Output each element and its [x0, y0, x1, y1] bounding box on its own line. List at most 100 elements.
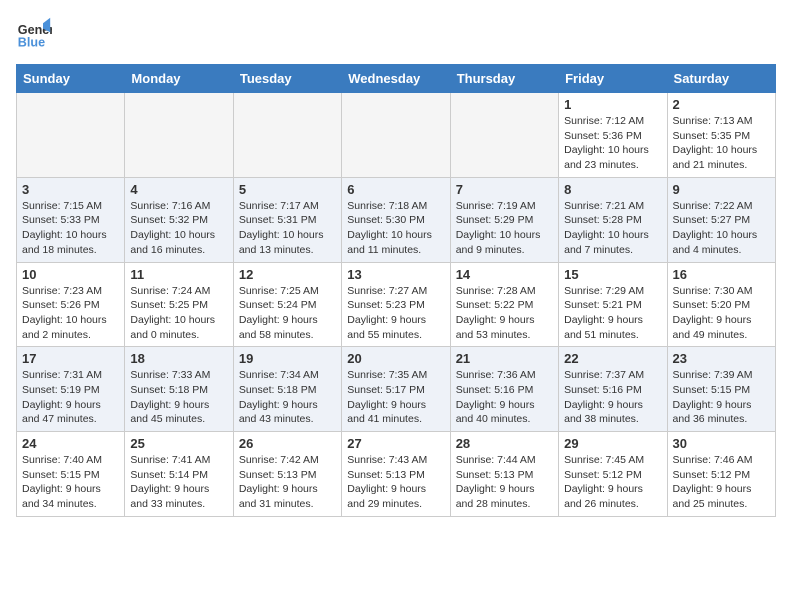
- day-number: 11: [130, 267, 227, 282]
- day-number: 2: [673, 97, 770, 112]
- day-number: 14: [456, 267, 553, 282]
- day-info: Sunrise: 7:21 AM Sunset: 5:28 PM Dayligh…: [564, 199, 661, 258]
- day-info: Sunrise: 7:41 AM Sunset: 5:14 PM Dayligh…: [130, 453, 227, 512]
- day-info: Sunrise: 7:45 AM Sunset: 5:12 PM Dayligh…: [564, 453, 661, 512]
- day-info: Sunrise: 7:31 AM Sunset: 5:19 PM Dayligh…: [22, 368, 119, 427]
- calendar-cell: 24 Sunrise: 7:40 AM Sunset: 5:15 PM Dayli…: [17, 432, 125, 517]
- day-info: Sunrise: 7:40 AM Sunset: 5:15 PM Dayligh…: [22, 453, 119, 512]
- calendar-cell: 10 Sunrise: 7:23 AM Sunset: 5:26 PM Dayli…: [17, 262, 125, 347]
- calendar-cell: 4Sunrise: 7:16 AM Sunset: 5:32 PM Daylig…: [125, 177, 233, 262]
- weekday-header-thursday: Thursday: [450, 65, 558, 93]
- day-number: 10: [22, 267, 119, 282]
- day-number: 23: [673, 351, 770, 366]
- calendar-cell: 22 Sunrise: 7:37 AM Sunset: 5:16 PM Dayli…: [559, 347, 667, 432]
- day-info: Sunrise: 7:33 AM Sunset: 5:18 PM Dayligh…: [130, 368, 227, 427]
- day-info: Sunrise: 7:28 AM Sunset: 5:22 PM Dayligh…: [456, 284, 553, 343]
- calendar-cell: 19 Sunrise: 7:34 AM Sunset: 5:18 PM Dayli…: [233, 347, 341, 432]
- calendar-cell: 2 Sunrise: 7:13 AM Sunset: 5:35 PM Daylig…: [667, 93, 775, 178]
- day-info: Sunrise: 7:13 AM Sunset: 5:35 PM Dayligh…: [673, 114, 770, 173]
- calendar-cell: 16 Sunrise: 7:30 AM Sunset: 5:20 PM Dayli…: [667, 262, 775, 347]
- calendar-cell: 3 Sunrise: 7:15 AM Sunset: 5:33 PM Daylig…: [17, 177, 125, 262]
- calendar-cell: 30Sunrise: 7:46 AM Sunset: 5:12 PM Dayli…: [667, 432, 775, 517]
- day-number: 17: [22, 351, 119, 366]
- calendar-cell: 11 Sunrise: 7:24 AM Sunset: 5:25 PM Dayli…: [125, 262, 233, 347]
- weekday-header-tuesday: Tuesday: [233, 65, 341, 93]
- day-info: Sunrise: 7:23 AM Sunset: 5:26 PM Dayligh…: [22, 284, 119, 343]
- day-info: Sunrise: 7:17 AM Sunset: 5:31 PM Dayligh…: [239, 199, 336, 258]
- calendar-cell: [342, 93, 450, 178]
- calendar-cell: [233, 93, 341, 178]
- day-number: 26: [239, 436, 336, 451]
- page-header: General Blue: [16, 16, 776, 52]
- calendar-cell: 8 Sunrise: 7:21 AM Sunset: 5:28 PM Daylig…: [559, 177, 667, 262]
- day-info: Sunrise: 7:30 AM Sunset: 5:20 PM Dayligh…: [673, 284, 770, 343]
- day-info: Sunrise: 7:18 AM Sunset: 5:30 PM Dayligh…: [347, 199, 444, 258]
- day-number: 27: [347, 436, 444, 451]
- day-number: 3: [22, 182, 119, 197]
- day-number: 21: [456, 351, 553, 366]
- calendar-cell: [450, 93, 558, 178]
- day-info: Sunrise: 7:16 AM Sunset: 5:32 PM Dayligh…: [130, 199, 227, 258]
- day-number: 19: [239, 351, 336, 366]
- day-number: 15: [564, 267, 661, 282]
- day-number: 20: [347, 351, 444, 366]
- weekday-header-saturday: Saturday: [667, 65, 775, 93]
- day-info: Sunrise: 7:15 AM Sunset: 5:33 PM Dayligh…: [22, 199, 119, 258]
- day-info: Sunrise: 7:36 AM Sunset: 5:16 PM Dayligh…: [456, 368, 553, 427]
- day-info: Sunrise: 7:39 AM Sunset: 5:15 PM Dayligh…: [673, 368, 770, 427]
- calendar-cell: 27 Sunrise: 7:43 AM Sunset: 5:13 PM Dayli…: [342, 432, 450, 517]
- day-info: Sunrise: 7:29 AM Sunset: 5:21 PM Dayligh…: [564, 284, 661, 343]
- calendar-cell: 28 Sunrise: 7:44 AM Sunset: 5:13 PM Dayli…: [450, 432, 558, 517]
- calendar-cell: 12Sunrise: 7:25 AM Sunset: 5:24 PM Dayli…: [233, 262, 341, 347]
- calendar-cell: 7 Sunrise: 7:19 AM Sunset: 5:29 PM Daylig…: [450, 177, 558, 262]
- day-number: 25: [130, 436, 227, 451]
- day-number: 9: [673, 182, 770, 197]
- calendar-cell: 29 Sunrise: 7:45 AM Sunset: 5:12 PM Dayli…: [559, 432, 667, 517]
- day-info: Sunrise: 7:44 AM Sunset: 5:13 PM Dayligh…: [456, 453, 553, 512]
- calendar-cell: 18 Sunrise: 7:33 AM Sunset: 5:18 PM Dayli…: [125, 347, 233, 432]
- day-number: 13: [347, 267, 444, 282]
- day-number: 18: [130, 351, 227, 366]
- weekday-header-wednesday: Wednesday: [342, 65, 450, 93]
- calendar-cell: 25 Sunrise: 7:41 AM Sunset: 5:14 PM Dayli…: [125, 432, 233, 517]
- svg-text:Blue: Blue: [18, 36, 45, 50]
- day-info: Sunrise: 7:46 AM Sunset: 5:12 PM Dayligh…: [673, 453, 770, 512]
- calendar-cell: 26 Sunrise: 7:42 AM Sunset: 5:13 PM Dayli…: [233, 432, 341, 517]
- weekday-header-sunday: Sunday: [17, 65, 125, 93]
- day-number: 5: [239, 182, 336, 197]
- calendar-cell: 1 Sunrise: 7:12 AM Sunset: 5:36 PM Daylig…: [559, 93, 667, 178]
- logo: General Blue: [16, 16, 52, 52]
- day-number: 1: [564, 97, 661, 112]
- day-number: 7: [456, 182, 553, 197]
- day-number: 22: [564, 351, 661, 366]
- day-number: 28: [456, 436, 553, 451]
- day-info: Sunrise: 7:43 AM Sunset: 5:13 PM Dayligh…: [347, 453, 444, 512]
- day-number: 12: [239, 267, 336, 282]
- day-info: Sunrise: 7:19 AM Sunset: 5:29 PM Dayligh…: [456, 199, 553, 258]
- calendar-cell: [17, 93, 125, 178]
- day-info: Sunrise: 7:34 AM Sunset: 5:18 PM Dayligh…: [239, 368, 336, 427]
- logo-icon: General Blue: [16, 16, 52, 52]
- day-info: Sunrise: 7:12 AM Sunset: 5:36 PM Dayligh…: [564, 114, 661, 173]
- calendar-cell: 14 Sunrise: 7:28 AM Sunset: 5:22 PM Dayli…: [450, 262, 558, 347]
- calendar-cell: 20 Sunrise: 7:35 AM Sunset: 5:17 PM Dayli…: [342, 347, 450, 432]
- calendar-cell: [125, 93, 233, 178]
- day-info: Sunrise: 7:27 AM Sunset: 5:23 PM Dayligh…: [347, 284, 444, 343]
- day-info: Sunrise: 7:42 AM Sunset: 5:13 PM Dayligh…: [239, 453, 336, 512]
- calendar-cell: 6 Sunrise: 7:18 AM Sunset: 5:30 PM Daylig…: [342, 177, 450, 262]
- calendar-cell: 15 Sunrise: 7:29 AM Sunset: 5:21 PM Dayli…: [559, 262, 667, 347]
- day-info: Sunrise: 7:22 AM Sunset: 5:27 PM Dayligh…: [673, 199, 770, 258]
- day-number: 6: [347, 182, 444, 197]
- calendar-cell: 21 Sunrise: 7:36 AM Sunset: 5:16 PM Dayli…: [450, 347, 558, 432]
- day-info: Sunrise: 7:24 AM Sunset: 5:25 PM Dayligh…: [130, 284, 227, 343]
- calendar-table: SundayMondayTuesdayWednesdayThursdayFrid…: [16, 64, 776, 517]
- calendar-cell: 17 Sunrise: 7:31 AM Sunset: 5:19 PM Dayli…: [17, 347, 125, 432]
- day-number: 29: [564, 436, 661, 451]
- day-number: 16: [673, 267, 770, 282]
- day-info: Sunrise: 7:35 AM Sunset: 5:17 PM Dayligh…: [347, 368, 444, 427]
- calendar-cell: 9 Sunrise: 7:22 AM Sunset: 5:27 PM Daylig…: [667, 177, 775, 262]
- calendar-cell: 13 Sunrise: 7:27 AM Sunset: 5:23 PM Dayli…: [342, 262, 450, 347]
- day-number: 8: [564, 182, 661, 197]
- day-info: Sunrise: 7:37 AM Sunset: 5:16 PM Dayligh…: [564, 368, 661, 427]
- day-number: 24: [22, 436, 119, 451]
